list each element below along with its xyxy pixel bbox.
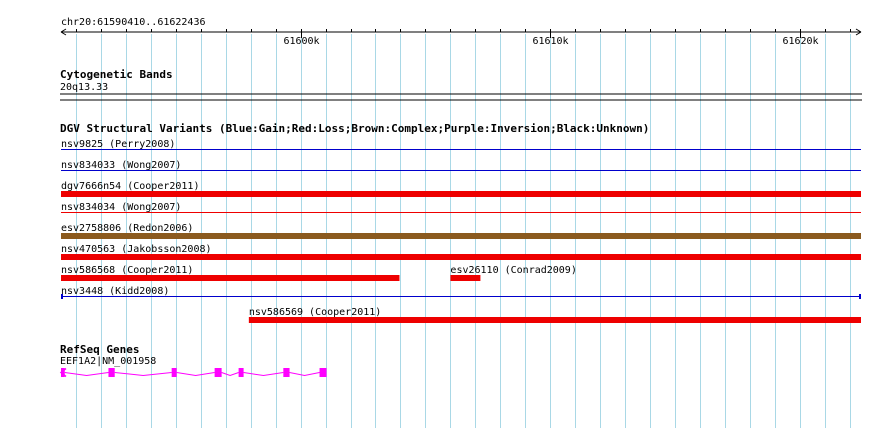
cytoband-track-title: Cytogenetic Bands	[60, 68, 173, 81]
refseq-exon	[214, 368, 222, 377]
dgv-feature-label: nsv586569 (Cooper2011)	[249, 307, 381, 318]
dgv-feature-label: esv2758806 (Redon2006)	[61, 223, 193, 234]
dgv-feature[interactable]: nsv834034 (Wong2007)	[61, 202, 861, 213]
dgv-feature-label: nsv3448 (Kidd2008)	[61, 286, 169, 297]
dgv-track[interactable]: DGV Structural Variants (Blue:Gain;Red:L…	[60, 122, 861, 323]
refseq-exon	[283, 368, 290, 377]
dgv-feature-bar	[61, 254, 861, 260]
refseq-intron	[176, 372, 215, 377]
refseq-genes: EEF1A2|NM_001958	[59, 356, 327, 378]
cytoband-label: 20q13.33	[60, 82, 108, 93]
dgv-feature-label: nsv834033 (Wong2007)	[61, 160, 181, 171]
refseq-gene-label: EEF1A2|NM_001958	[60, 356, 156, 367]
dgv-feature-bar	[61, 233, 861, 239]
dgv-feature-bar	[61, 275, 400, 281]
ruler-location: chr20:61590410..61622436	[61, 17, 206, 28]
refseq-track-title: RefSeq Genes	[60, 343, 139, 356]
dgv-features: nsv9825 (Perry2008) nsv834033 (Wong2007) d…	[61, 139, 861, 323]
refseq-gene[interactable]: EEF1A2|NM_001958	[59, 356, 327, 378]
genome-browser-canvas[interactable]: chr20:61590410..61622436 61600k 61610k 616…	[0, 0, 890, 428]
dgv-feature[interactable]: dgv7666n54 (Cooper2011)	[61, 181, 861, 197]
refseq-track[interactable]: RefSeq Genes EEF1A2|NM_001958	[59, 343, 327, 378]
dgv-feature-label: nsv470563 (Jakobsson2008)	[61, 244, 212, 255]
refseq-exon	[238, 368, 244, 377]
dgv-feature[interactable]: nsv834033 (Wong2007)	[61, 160, 861, 171]
dgv-feature[interactable]: nsv586569 (Cooper2011)	[248, 307, 861, 323]
dgv-track-title: DGV Structural Variants (Blue:Gain;Red:L…	[60, 122, 649, 135]
dgv-feature-bar	[450, 275, 481, 281]
ruler-tick-label: 61600k	[283, 36, 319, 47]
dgv-feature[interactable]: nsv9825 (Perry2008)	[61, 139, 861, 150]
refseq-intron	[221, 372, 239, 377]
cytoband-track[interactable]: Cytogenetic Bands 20q13.33	[60, 68, 862, 101]
dgv-feature-bar	[61, 191, 861, 197]
dgv-feature[interactable]: nsv3448 (Kidd2008)	[61, 286, 861, 299]
refseq-intron	[289, 372, 320, 377]
dgv-feature-label: nsv9825 (Perry2008)	[61, 139, 175, 150]
dgv-feature-label: esv26110 (Conrad2009)	[450, 265, 576, 276]
ruler-track[interactable]: chr20:61590410..61622436 61600k 61610k 616…	[60, 17, 862, 47]
ruler-tick-labels: 61600k 61610k 61620k	[283, 36, 818, 47]
dgv-feature[interactable]: nsv470563 (Jakobsson2008)	[61, 244, 861, 260]
dgv-feature-cap	[61, 294, 63, 299]
refseq-exon	[171, 368, 177, 377]
refseq-intron	[243, 372, 284, 377]
ruler-ticks	[76, 29, 851, 38]
dgv-feature[interactable]: esv2758806 (Redon2006)	[61, 223, 861, 239]
ruler-tick-label: 61620k	[782, 36, 818, 47]
refseq-intron	[114, 372, 172, 377]
dgv-feature-label: nsv586568 (Cooper2011)	[61, 265, 193, 276]
dgv-feature-cap	[859, 294, 861, 299]
dgv-feature-bar	[248, 317, 861, 323]
ruler-tick-label: 61610k	[532, 36, 568, 47]
refseq-exon	[319, 368, 327, 377]
dgv-feature[interactable]: esv26110 (Conrad2009)	[450, 265, 577, 281]
refseq-exon	[108, 368, 115, 377]
dgv-feature-label: dgv7666n54 (Cooper2011)	[61, 181, 199, 192]
dgv-feature[interactable]: nsv586568 (Cooper2011)	[61, 265, 400, 281]
dgv-feature-label: nsv834034 (Wong2007)	[61, 202, 181, 213]
